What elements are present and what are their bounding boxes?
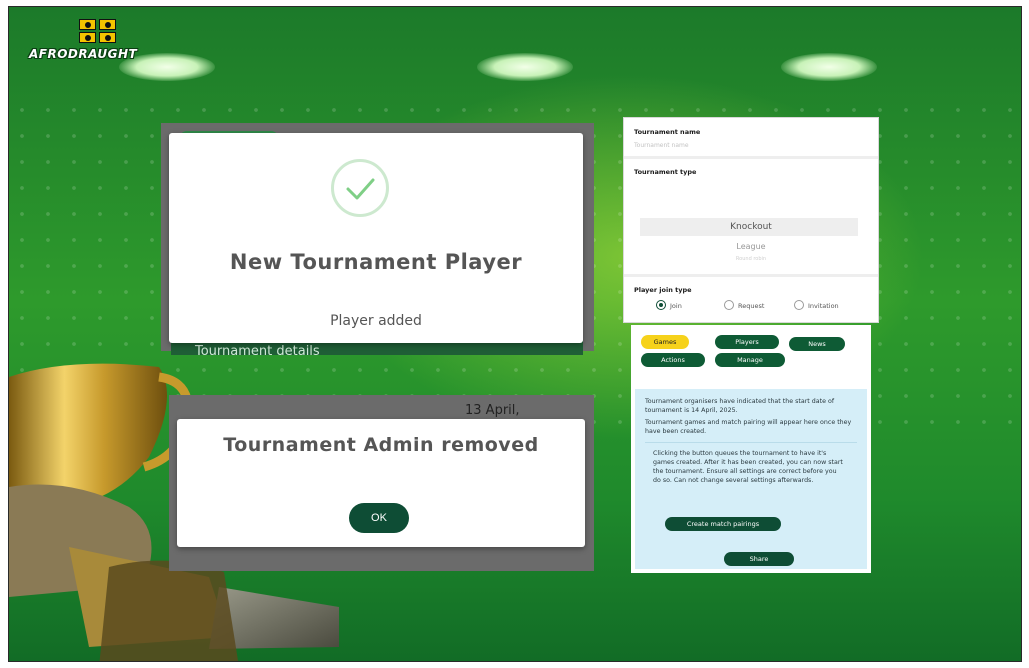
join-radio-label: Join	[670, 302, 682, 310]
ok-button[interactable]: OK	[349, 503, 409, 533]
new-player-modal: New Tournament Player Player added	[169, 133, 583, 343]
brand-logo[interactable]: AFRODRAUGHT	[29, 15, 179, 63]
divider	[624, 156, 878, 159]
app-background: AFRODRAUGHT Tournament details New Tourn…	[8, 6, 1022, 662]
invitation-radio[interactable]	[794, 300, 804, 310]
tab-manage[interactable]: Manage	[715, 353, 785, 367]
behind-date: 13 April,	[465, 403, 520, 418]
request-radio[interactable]	[724, 300, 734, 310]
type-option-knockout[interactable]: Knockout	[624, 222, 878, 232]
logo-text: AFRODRAUGHT	[29, 47, 138, 61]
stadium-light	[477, 53, 573, 81]
modal-title: Tournament Admin removed	[223, 434, 539, 456]
modal-message: Player added	[330, 313, 422, 329]
tournament-details-bar: Tournament details	[171, 341, 583, 355]
join-type-label: Player join type	[634, 286, 692, 294]
pairing-section: Clicking the button queues the tournamen…	[645, 442, 857, 485]
type-option-round-robin[interactable]: Round robin	[624, 256, 878, 262]
join-radio[interactable]	[656, 300, 666, 310]
tab-actions[interactable]: Actions	[641, 353, 705, 367]
tournament-details-label: Tournament details	[195, 344, 320, 355]
info-games-note: Tournament games and match pairing will …	[645, 419, 852, 435]
info-start-date: Tournament organisers have indicated tha…	[645, 398, 835, 414]
admin-removed-modal: Tournament Admin removed OK	[177, 419, 585, 547]
invitation-radio-label: Invitation	[808, 302, 839, 310]
tournament-overview-panel: Games Players News Actions Manage Tourna…	[631, 325, 871, 573]
tournament-type-label: Tournament type	[634, 168, 697, 176]
modal-title: New Tournament Player	[229, 250, 523, 274]
tab-players[interactable]: Players	[715, 335, 779, 349]
tournament-name-input[interactable]: Tournament name	[634, 142, 864, 154]
share-button[interactable]: Share	[724, 552, 794, 566]
stadium-light	[781, 53, 877, 81]
create-match-pairings-button[interactable]: Create match pairings	[665, 517, 781, 531]
request-radio-label: Request	[738, 302, 765, 310]
tab-news[interactable]: News	[789, 337, 845, 351]
tab-games[interactable]: Games	[641, 335, 689, 349]
info-box: Tournament organisers have indicated tha…	[635, 389, 867, 569]
logo-icon	[79, 19, 117, 45]
pairing-instructions: Clicking the button queues the tournamen…	[653, 450, 843, 484]
divider	[624, 274, 878, 277]
tournament-name-label: Tournament name	[634, 128, 701, 136]
tournament-form-panel: Tournament name Tournament name Tourname…	[623, 117, 879, 323]
type-option-league[interactable]: League	[624, 242, 878, 251]
success-check-icon	[331, 159, 389, 217]
